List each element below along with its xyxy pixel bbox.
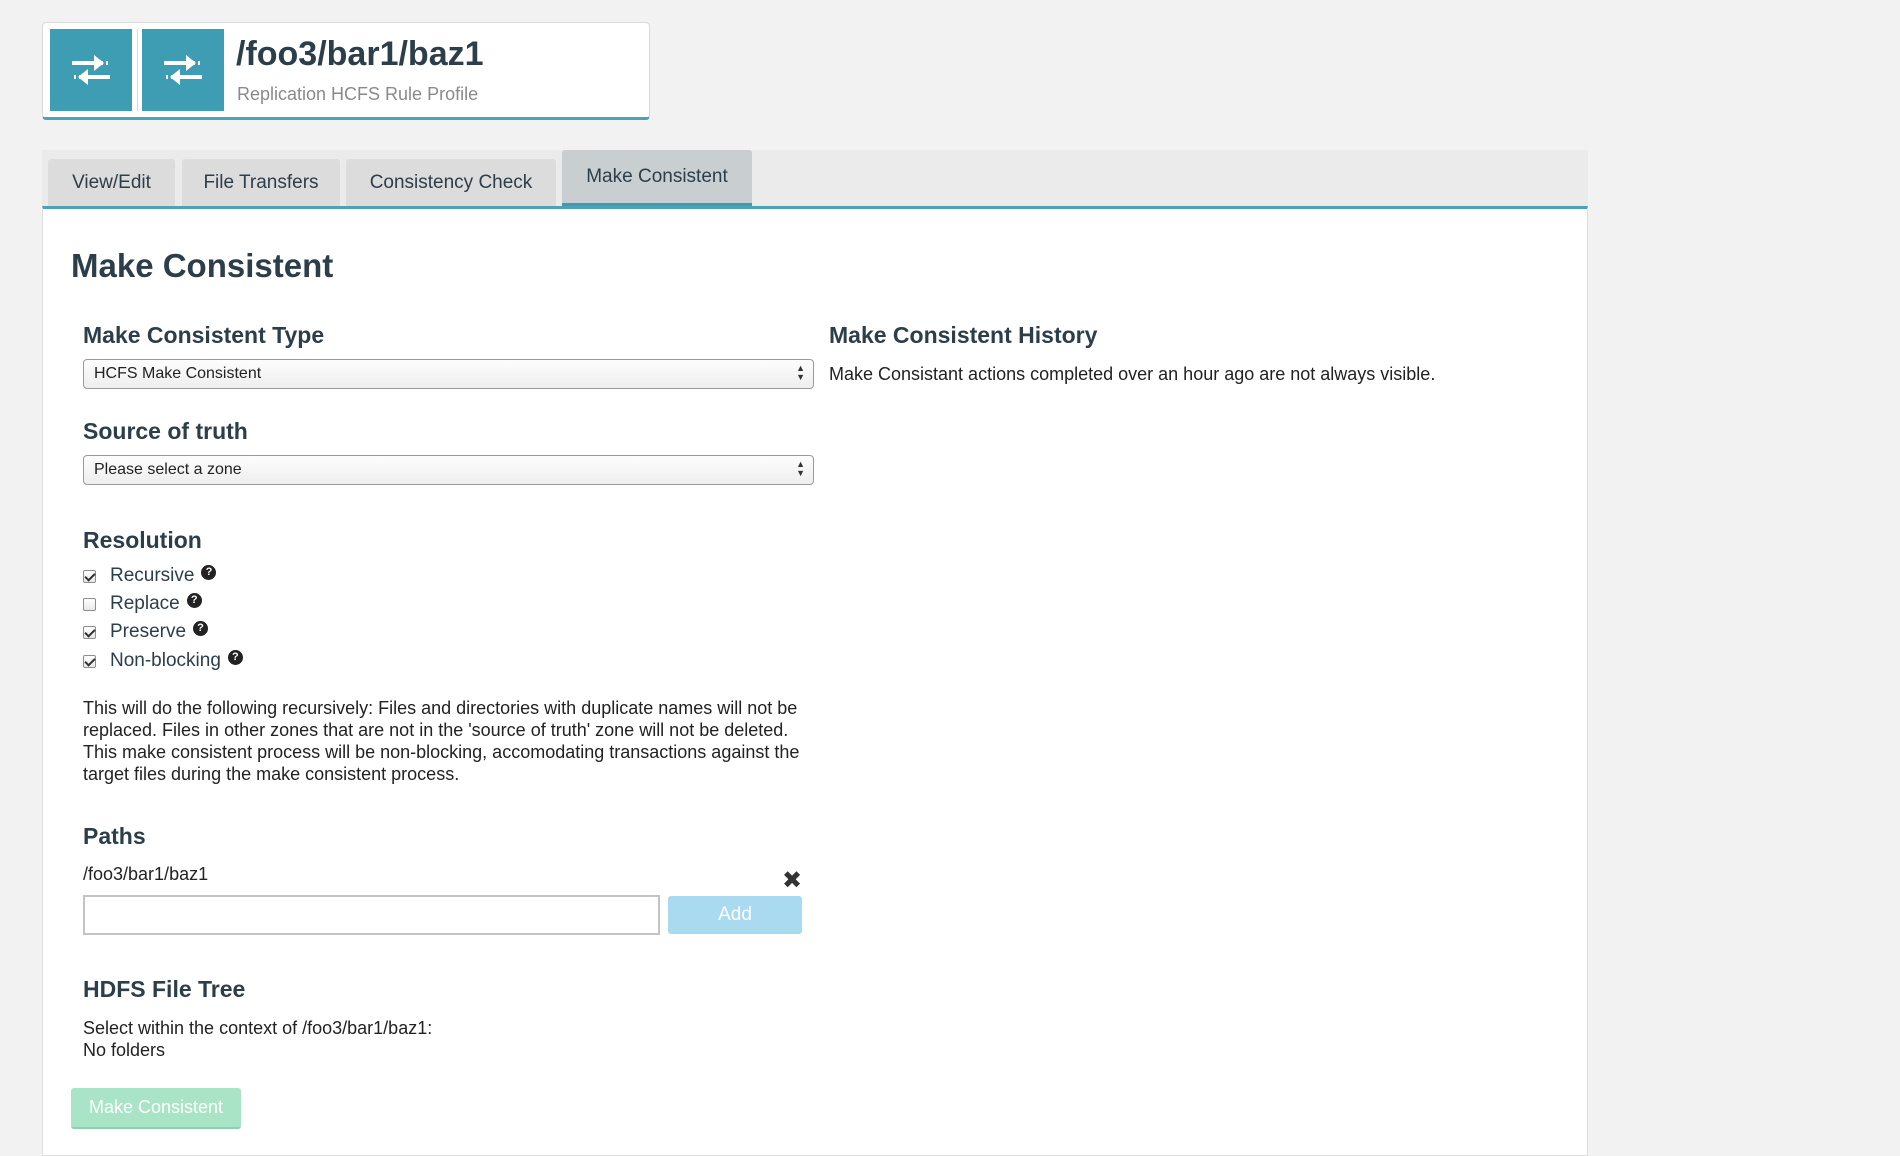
history-section-label: Make Consistent History: [829, 322, 1098, 348]
non-blocking-label: Non-blocking: [110, 650, 221, 671]
file-tree-empty-text: No folders: [83, 1040, 166, 1060]
add-path-button[interactable]: Add: [668, 896, 802, 934]
path-item: /foo3/bar1/baz1: [83, 864, 209, 884]
tab-consistency-check[interactable]: Consistency Check: [346, 159, 556, 207]
source-section-label: Source of truth: [83, 418, 248, 444]
preserve-checkbox[interactable]: [83, 625, 96, 639]
recursive-checkbox[interactable]: [83, 569, 96, 583]
type-section-label: Make Consistent Type: [83, 322, 325, 348]
make-consistent-panel: Make Consistent Make Consistent Type HCF…: [42, 206, 1588, 1156]
select-arrows-icon: ▲ ▼: [796, 363, 805, 382]
resolution-option-non-blocking: Non-blocking ?: [83, 649, 243, 672]
profile-subtitle: Replication HCFS Rule Profile: [237, 84, 479, 104]
history-note: Make Consistant actions completed over a…: [829, 364, 1436, 384]
profile-title: /foo3/bar1/baz1: [236, 35, 484, 73]
make-consistent-type-select[interactable]: HCFS Make Consistent ▲ ▼: [83, 359, 814, 389]
remove-path-icon[interactable]: ✖: [782, 869, 802, 893]
source-of-truth-select[interactable]: Please select a zone ▲ ▼: [83, 455, 814, 485]
resolution-description: This will do the following recursively: …: [83, 698, 800, 784]
file-tree-context: Select within the context of /foo3/bar1/…: [83, 1017, 432, 1061]
tab-file-transfers[interactable]: File Transfers: [182, 159, 340, 207]
page-title: Make Consistent: [71, 247, 334, 284]
file-tree-context-text: Select within the context of /foo3/bar1/…: [83, 1018, 433, 1038]
resolution-option-recursive: Recursive ?: [83, 564, 217, 587]
help-icon[interactable]: ?: [193, 620, 209, 636]
non-blocking-checkbox[interactable]: [83, 654, 96, 668]
tab-view-edit[interactable]: View/Edit: [48, 159, 175, 207]
preserve-label: Preserve: [110, 621, 187, 642]
type-select-value: HCFS Make Consistent: [94, 365, 262, 382]
file-tree-section-label: HDFS File Tree: [83, 976, 246, 1002]
help-icon[interactable]: ?: [186, 592, 202, 608]
resolution-option-replace: Replace ?: [83, 592, 202, 615]
replace-checkbox[interactable]: [83, 597, 96, 611]
replication-arrows-icon: [142, 29, 224, 111]
profile-header: /foo3/bar1/baz1 Replication HCFS Rule Pr…: [42, 22, 650, 120]
resolution-option-preserve: Preserve ?: [83, 620, 209, 643]
source-select-value: Please select a zone: [94, 461, 242, 478]
tab-make-consistent[interactable]: Make Consistent: [562, 150, 752, 207]
replace-label: Replace: [110, 593, 180, 614]
recursive-label: Recursive: [110, 565, 195, 586]
path-input[interactable]: [83, 895, 660, 935]
help-icon[interactable]: ?: [227, 649, 243, 665]
resolution-section-label: Resolution: [83, 527, 202, 553]
paths-section-label: Paths: [83, 823, 146, 849]
replication-arrows-icon: [50, 29, 132, 111]
help-icon[interactable]: ?: [201, 564, 217, 580]
select-arrows-icon: ▲ ▼: [796, 459, 805, 478]
make-consistent-button[interactable]: Make Consistent: [71, 1088, 241, 1129]
tab-bar: View/Edit File Transfers Consistency Che…: [42, 150, 1588, 207]
